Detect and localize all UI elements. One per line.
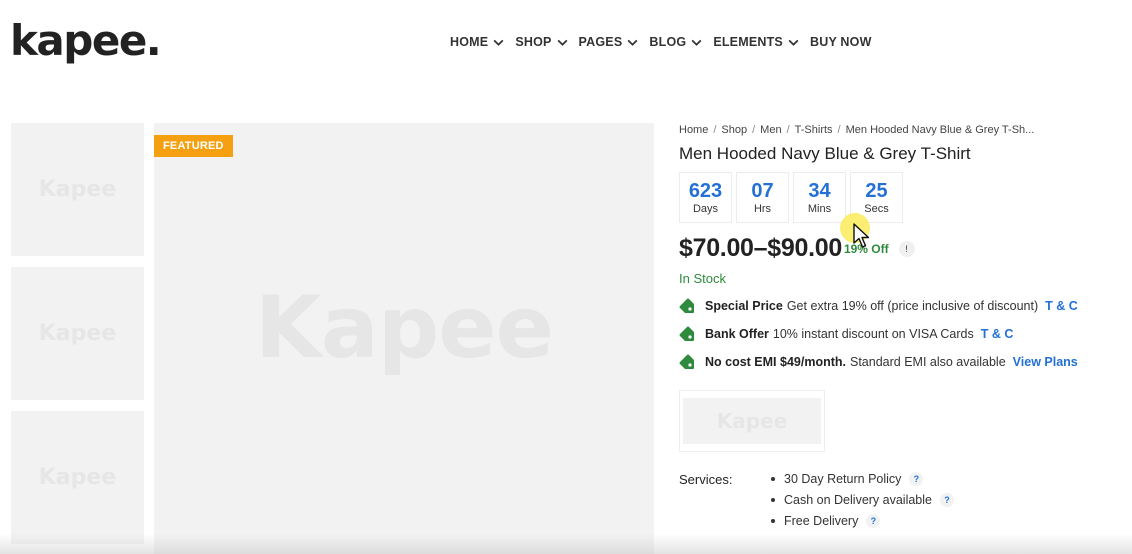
offer-text: Get extra 19% off (price inclusive of di… bbox=[786, 299, 1039, 313]
breadcrumb-separator: / bbox=[713, 124, 717, 136]
mouse-cursor-highlight bbox=[840, 213, 870, 248]
breadcrumb-tshirts[interactable]: T-Shirts bbox=[795, 124, 833, 136]
countdown-value: 623 bbox=[688, 180, 723, 202]
image-watermark: Kapee bbox=[255, 278, 554, 378]
terms-link[interactable]: T & C bbox=[1045, 299, 1078, 313]
cursor-arrow-icon bbox=[853, 223, 870, 248]
image-watermark: Kapee bbox=[38, 465, 117, 490]
nav-label: SHOP bbox=[515, 35, 552, 49]
nav-shop[interactable]: SHOP bbox=[515, 35, 568, 49]
nav-buy-now[interactable]: BUY NOW bbox=[810, 35, 872, 49]
product-info: Home / Shop / Men / T-Shirts / Men Hooded Navy B… bbox=[679, 124, 1119, 535]
brand-logo[interactable]: Kapee bbox=[679, 390, 825, 452]
product-title: Men Hooded Navy Blue & Grey T-Shirt bbox=[679, 144, 971, 163]
chevron-down-icon bbox=[492, 36, 505, 49]
service-item: Free Delivery? bbox=[771, 514, 954, 528]
bullet bbox=[771, 477, 775, 481]
tag-icon bbox=[679, 298, 695, 314]
breadcrumb-separator: / bbox=[752, 124, 756, 136]
offer-bank: Bank Offer 10% instant discount on VISA … bbox=[679, 326, 1119, 342]
chevron-down-icon bbox=[690, 36, 703, 49]
site-logo[interactable]: kapee. bbox=[10, 16, 162, 65]
service-item: 30 Day Return Policy? bbox=[771, 472, 954, 486]
price-row: $70.00–$90.00 19% Off ! bbox=[679, 234, 1119, 263]
countdown-value: 07 bbox=[751, 180, 774, 202]
nav-label: PAGES bbox=[578, 35, 623, 49]
featured-badge: FEATURED bbox=[154, 135, 233, 157]
info-icon[interactable]: ! bbox=[898, 240, 915, 257]
service-label: Free Delivery bbox=[784, 514, 859, 528]
chevron-down-icon bbox=[787, 36, 800, 49]
services-list: 30 Day Return Policy? Cash on Delivery a… bbox=[771, 472, 954, 535]
image-watermark: Kapee bbox=[716, 409, 788, 433]
main-nav: HOME SHOP PAGES BLOG ELEMENTS BUY NOW bbox=[450, 35, 882, 49]
services-label: Services: bbox=[679, 472, 733, 487]
image-watermark: Kapee bbox=[38, 177, 117, 202]
countdown-minutes: 34 Mins bbox=[793, 172, 846, 223]
countdown-unit: Days bbox=[692, 203, 719, 215]
countdown-value: 34 bbox=[808, 180, 831, 202]
breadcrumb: Home / Shop / Men / T-Shirts / Men Hooded Navy B… bbox=[679, 124, 1119, 136]
thumbnail-image[interactable]: Kapee bbox=[11, 267, 144, 400]
service-item: Cash on Delivery available? bbox=[771, 493, 954, 507]
nav-blog[interactable]: BLOG bbox=[649, 35, 703, 49]
nav-pages[interactable]: PAGES bbox=[579, 35, 640, 49]
nav-label: BUY NOW bbox=[809, 35, 872, 49]
offer-special-price: Special Price Get extra 19% off (price i… bbox=[679, 298, 1119, 314]
bullet bbox=[771, 498, 775, 502]
breadcrumb-current: Men Hooded Navy Blue & Grey T-Sh... bbox=[845, 124, 1035, 136]
offer-title: Special Price bbox=[705, 299, 783, 313]
service-label: Cash on Delivery available bbox=[784, 493, 932, 507]
help-icon[interactable]: ? bbox=[866, 514, 881, 528]
breadcrumb-separator: / bbox=[786, 124, 790, 136]
image-watermark: Kapee bbox=[38, 321, 117, 346]
stock-status: In Stock bbox=[679, 271, 726, 286]
chevron-down-icon bbox=[626, 36, 639, 49]
sale-countdown: 623 Days 07 Hrs 34 Mins 25 Secs bbox=[679, 172, 1119, 223]
breadcrumb-home[interactable]: Home bbox=[679, 124, 708, 136]
help-icon[interactable]: ? bbox=[940, 493, 954, 507]
terms-link[interactable]: T & C bbox=[981, 327, 1014, 341]
breadcrumb-separator: / bbox=[837, 124, 841, 136]
countdown-value: 25 bbox=[865, 180, 888, 202]
main-product-image[interactable]: Kapee bbox=[154, 123, 654, 554]
tag-icon bbox=[679, 354, 695, 370]
chevron-down-icon bbox=[556, 36, 569, 49]
offer-text: 10% instant discount on VISA Cards bbox=[772, 327, 974, 341]
breadcrumb-men[interactable]: Men bbox=[760, 124, 781, 136]
thumbnail-image[interactable]: Kapee bbox=[11, 123, 144, 256]
offer-emi: No cost EMI $49/month. Standard EMI also… bbox=[679, 354, 1119, 370]
countdown-unit: Secs bbox=[864, 203, 889, 215]
services-section: Services: 30 Day Return Policy? Cash on … bbox=[679, 472, 1119, 535]
price-range: $70.00–$90.00 bbox=[679, 234, 842, 262]
bottom-shadow bbox=[0, 534, 1132, 554]
thumbnail-image[interactable]: Kapee bbox=[11, 411, 144, 544]
nav-home[interactable]: HOME bbox=[450, 35, 505, 49]
countdown-days: 623 Days bbox=[679, 172, 732, 223]
countdown-unit: Mins bbox=[807, 203, 832, 215]
view-plans-link[interactable]: View Plans bbox=[1013, 355, 1078, 369]
offer-text: Standard EMI also available bbox=[850, 355, 1006, 369]
nav-label: BLOG bbox=[649, 35, 687, 49]
nav-label: HOME bbox=[450, 35, 489, 49]
nav-label: ELEMENTS bbox=[713, 35, 783, 49]
countdown-unit: Hrs bbox=[753, 203, 772, 215]
countdown-hours: 07 Hrs bbox=[736, 172, 789, 223]
brand-image: Kapee bbox=[683, 398, 821, 444]
help-icon[interactable]: ? bbox=[909, 472, 924, 486]
offer-title: No cost EMI $49/month. bbox=[705, 355, 846, 369]
service-label: 30 Day Return Policy bbox=[784, 472, 902, 486]
breadcrumb-shop[interactable]: Shop bbox=[721, 124, 747, 136]
tag-icon bbox=[679, 326, 695, 342]
nav-elements[interactable]: ELEMENTS bbox=[713, 35, 800, 49]
offer-title: Bank Offer bbox=[705, 327, 769, 341]
thumbnail-list: Kapee Kapee Kapee bbox=[11, 123, 144, 554]
bullet bbox=[771, 519, 775, 523]
